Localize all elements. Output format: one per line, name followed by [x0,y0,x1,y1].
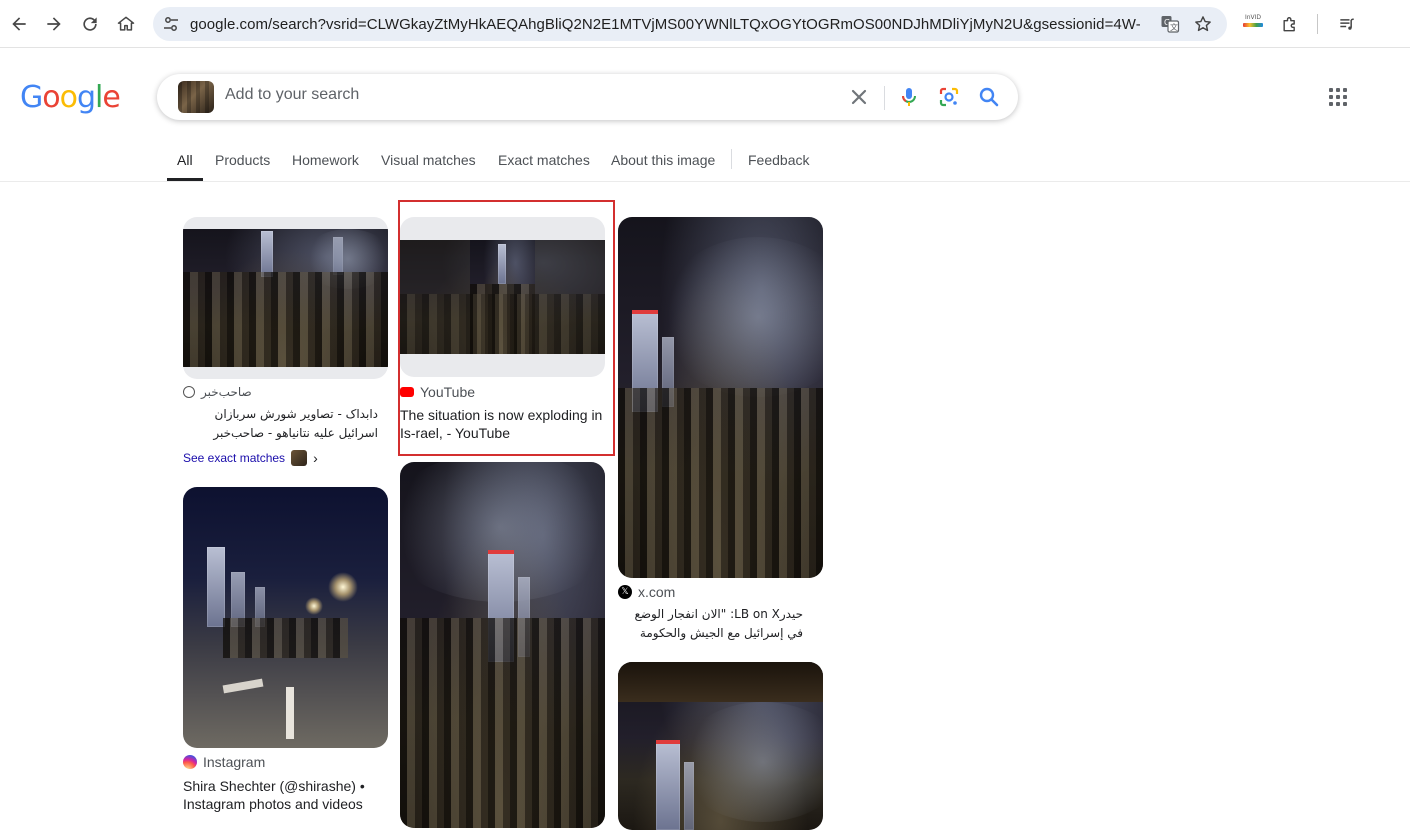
toolbar-divider [1317,14,1318,34]
reload-button[interactable] [74,8,106,40]
result-title[interactable]: حيدرLB on X: "الان انفجار الوضع في إسرائ… [618,605,803,643]
tab-products[interactable]: Products [215,152,270,168]
result-title[interactable]: Shira Shechter (@shirashe) • Instagram p… [183,777,388,813]
search-box-divider [884,86,885,110]
tab-visual-matches[interactable]: Visual matches [381,152,476,168]
search-tabs: All Products Homework Visual matches Exa… [0,140,1410,182]
bookmark-star-icon[interactable] [1193,14,1213,34]
result-image-video-still[interactable] [400,462,605,828]
extensions-button[interactable] [1274,8,1306,40]
result-image-night-scene[interactable] [618,662,823,830]
result-image-sahebkhabar[interactable] [183,217,388,379]
result-photo [618,662,823,830]
svg-text:文: 文 [1170,22,1178,32]
result-photo [400,462,605,828]
puzzle-icon [1283,17,1295,32]
result-image-x[interactable] [618,217,823,578]
x-favicon-icon: 𝕏 [618,585,632,599]
reload-icon [83,17,97,31]
see-exact-matches-link[interactable]: See exact matches › [183,450,318,466]
google-logo[interactable]: Google [20,80,121,115]
playlist-icon [1340,18,1354,30]
tabs-divider [731,149,732,169]
result-photo [618,217,823,578]
logo-letter: G [20,80,43,115]
result-photo [183,229,388,367]
clear-icon[interactable] [847,85,871,109]
arrow-left-icon [12,17,26,31]
url-text[interactable]: google.com/search?vsrid=CLWGkayZtMyHkAEQ… [190,16,1140,33]
home-button[interactable] [110,8,142,40]
address-bar[interactable]: google.com/search?vsrid=CLWGkayZtMyHkAEQ… [153,7,1227,41]
tab-exact-matches[interactable]: Exact matches [498,152,590,168]
search-box[interactable] [157,74,1018,120]
selection-highlight [398,200,615,456]
tab-about-this-image[interactable]: About this image [611,152,715,168]
logo-letter: g [76,80,96,115]
back-button[interactable] [3,8,35,40]
chevron-right-icon: › [313,450,318,466]
result-photo [183,487,388,748]
active-tab-indicator [167,178,203,181]
media-controls-button[interactable] [1331,8,1363,40]
sahebkhabar-favicon-icon [183,386,195,398]
tab-homework[interactable]: Homework [292,152,359,168]
result-image-instagram[interactable] [183,487,388,748]
result-source[interactable]: 𝕏 x.com [618,584,675,600]
tab-feedback[interactable]: Feedback [748,152,809,168]
home-icon [117,16,135,31]
search-icon[interactable] [977,85,1001,109]
browser-toolbar: google.com/search?vsrid=CLWGkayZtMyHkAEQ… [0,0,1410,48]
logo-letter: e [102,80,120,115]
tab-all[interactable]: All [177,152,193,168]
result-source[interactable]: Instagram [183,754,265,770]
result-title[interactable]: دابداک - تصاویر شورش سربازان اسرائیل علی… [183,405,378,443]
invid-extension-icon[interactable]: InVID [1243,14,1263,34]
result-source[interactable]: صاحب‌خبر [183,385,252,399]
forward-button[interactable] [38,8,70,40]
exact-match-thumbnail [291,450,308,466]
google-lens-icon[interactable] [937,85,961,109]
query-image-thumbnail[interactable] [178,81,214,113]
google-apps-icon[interactable] [1327,86,1349,108]
arrow-right-icon [47,17,61,31]
instagram-favicon-icon [183,755,197,769]
logo-letter: l [95,80,103,115]
search-input[interactable] [225,86,825,104]
microphone-icon[interactable] [897,85,921,109]
logo-letter: o [59,80,78,115]
logo-letter: o [42,80,60,115]
translate-icon[interactable]: G 文 [1160,14,1180,34]
site-settings-icon[interactable] [161,14,181,34]
